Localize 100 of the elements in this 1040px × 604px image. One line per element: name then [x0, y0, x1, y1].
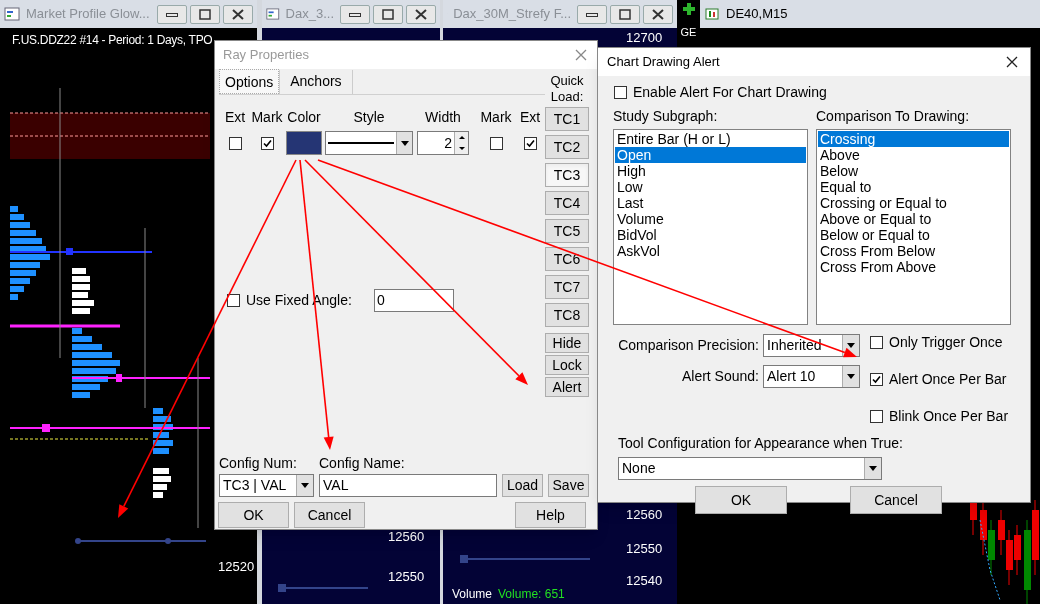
list-item[interactable]: Below: [818, 163, 1009, 179]
maximize-icon[interactable]: [619, 8, 631, 20]
window-title: Dax_3...: [285, 5, 334, 24]
quick-load-button[interactable]: TC4: [545, 191, 589, 215]
button[interactable]: OK: [695, 486, 787, 514]
checkbox[interactable]: [227, 294, 240, 307]
down-arrow-icon[interactable]: [458, 147, 465, 150]
quick-load-button[interactable]: TC1: [545, 107, 589, 131]
button[interactable]: Help: [515, 502, 586, 528]
volume-value: Volume: 651: [498, 586, 565, 603]
list-item[interactable]: Volume: [615, 211, 806, 227]
button[interactable]: Alert: [545, 377, 589, 397]
tab[interactable]: Options: [219, 69, 280, 94]
list-item[interactable]: Below or Equal to: [818, 227, 1009, 243]
button[interactable]: Cancel: [850, 486, 942, 514]
button[interactable]: OK: [218, 502, 289, 528]
close-icon[interactable]: [652, 8, 664, 20]
quick-load-button[interactable]: TC8: [545, 303, 589, 327]
checkbox[interactable]: [870, 373, 883, 386]
up-arrow-icon[interactable]: [458, 136, 465, 139]
maximize-button[interactable]: [373, 4, 403, 24]
close-button[interactable]: [406, 4, 436, 24]
list-item[interactable]: Low: [615, 179, 806, 195]
checkbox[interactable]: [489, 136, 503, 150]
quick-load-button[interactable]: TC5: [545, 219, 589, 243]
checkbox-label: Blink Once Per Bar: [889, 407, 1009, 426]
dropdown-arrow-icon[interactable]: [301, 483, 309, 488]
list-item[interactable]: Equal to: [818, 179, 1009, 195]
list-item[interactable]: Above or Equal to: [818, 211, 1009, 227]
list-item[interactable]: BidVol: [615, 227, 806, 243]
dropdown-arrow-icon[interactable]: [869, 466, 877, 471]
close-button[interactable]: [223, 4, 253, 24]
price-label: 12560: [388, 530, 425, 544]
line-style-dropdown[interactable]: [325, 131, 413, 155]
quick-load-button[interactable]: TC2: [545, 135, 589, 159]
angle-input-field[interactable]: 0: [374, 289, 454, 312]
list-item[interactable]: AskVol: [615, 243, 806, 259]
button[interactable]: Save: [548, 474, 589, 497]
checkbox[interactable]: [523, 136, 537, 150]
maximize-icon[interactable]: [382, 8, 394, 20]
list-label: Study Subgraph:: [613, 107, 719, 126]
list-item[interactable]: Open: [615, 147, 806, 163]
button[interactable]: Hide: [545, 333, 589, 353]
plus-icon[interactable]: [681, 2, 696, 16]
tab[interactable]: Anchors: [279, 70, 353, 94]
dropdown-arrow-icon[interactable]: [847, 374, 855, 379]
tool-config-dropdown[interactable]: None: [618, 457, 882, 480]
quick-load-button[interactable]: TC6: [545, 247, 589, 271]
window-icon: [266, 7, 280, 21]
checkbox[interactable]: [228, 136, 242, 150]
config-num-dropdown[interactable]: TC3 | VAL: [219, 474, 314, 497]
column-header: Style: [353, 108, 385, 125]
close-icon[interactable]: [415, 8, 427, 20]
button[interactable]: Cancel: [294, 502, 365, 528]
checkbox-label: Enable Alert For Chart Drawing: [633, 83, 827, 102]
list-item[interactable]: Above: [818, 147, 1009, 163]
price-label: 12560: [626, 508, 663, 522]
minimize-button[interactable]: [157, 4, 187, 24]
color-swatch[interactable]: [286, 131, 322, 155]
close-button[interactable]: [643, 4, 673, 24]
dialog-title: Chart Drawing Alert: [607, 53, 720, 72]
line-style-sample: [328, 141, 395, 145]
list-item[interactable]: Crossing: [818, 131, 1009, 147]
field-label: Tool Configuration for Appearance when True:: [618, 434, 904, 453]
list-item[interactable]: Cross From Below: [818, 243, 1009, 259]
minimize-button[interactable]: [577, 4, 607, 24]
list-item[interactable]: High: [615, 163, 806, 179]
button[interactable]: Load: [502, 474, 543, 497]
dropdown[interactable]: Inherited: [763, 334, 860, 357]
config-name-field[interactable]: VAL: [319, 474, 497, 497]
checkbox[interactable]: [870, 410, 883, 423]
maximize-button[interactable]: [190, 4, 220, 24]
list-box[interactable]: Entire Bar (H or L) Open High Low Last Volume BidVol AskVol: [613, 129, 808, 325]
minimize-button[interactable]: [340, 4, 370, 24]
quick-load-button[interactable]: TC7: [545, 275, 589, 299]
close-icon[interactable]: [1006, 56, 1018, 68]
button[interactable]: Lock: [545, 355, 589, 375]
maximize-icon[interactable]: [199, 8, 211, 20]
checkbox[interactable]: [260, 136, 274, 150]
column-header: Color: [287, 108, 321, 125]
list-item[interactable]: Crossing or Equal to: [818, 195, 1009, 211]
checkbox[interactable]: [870, 336, 883, 349]
list-item[interactable]: Entire Bar (H or L): [615, 131, 806, 147]
maximize-button[interactable]: [610, 4, 640, 24]
list-item[interactable]: Cross From Above: [818, 259, 1009, 275]
quick-load-button[interactable]: TC3: [545, 163, 589, 187]
checkbox-label: Only Trigger Once: [889, 333, 1003, 352]
width-spinner[interactable]: 2: [417, 131, 469, 155]
dropdown-arrow-icon[interactable]: [847, 343, 855, 348]
field-label: Alert Sound:: [681, 367, 759, 386]
list-item[interactable]: Last: [615, 195, 806, 211]
list-box[interactable]: Crossing Above Below Equal to Crossing or Equal to Above or Equal to Below or Equal to Cross From Below Cross From Above: [816, 129, 1011, 325]
window-title: Market Profile Glow...: [26, 5, 150, 24]
checkbox[interactable]: [614, 86, 627, 99]
dropdown-arrow-icon[interactable]: [400, 140, 409, 146]
close-icon[interactable]: [232, 8, 244, 20]
price-label: 12550: [388, 570, 425, 584]
column-header: Width: [425, 108, 461, 125]
dropdown[interactable]: Alert 10: [763, 365, 860, 388]
column-header: Ext: [519, 108, 541, 125]
